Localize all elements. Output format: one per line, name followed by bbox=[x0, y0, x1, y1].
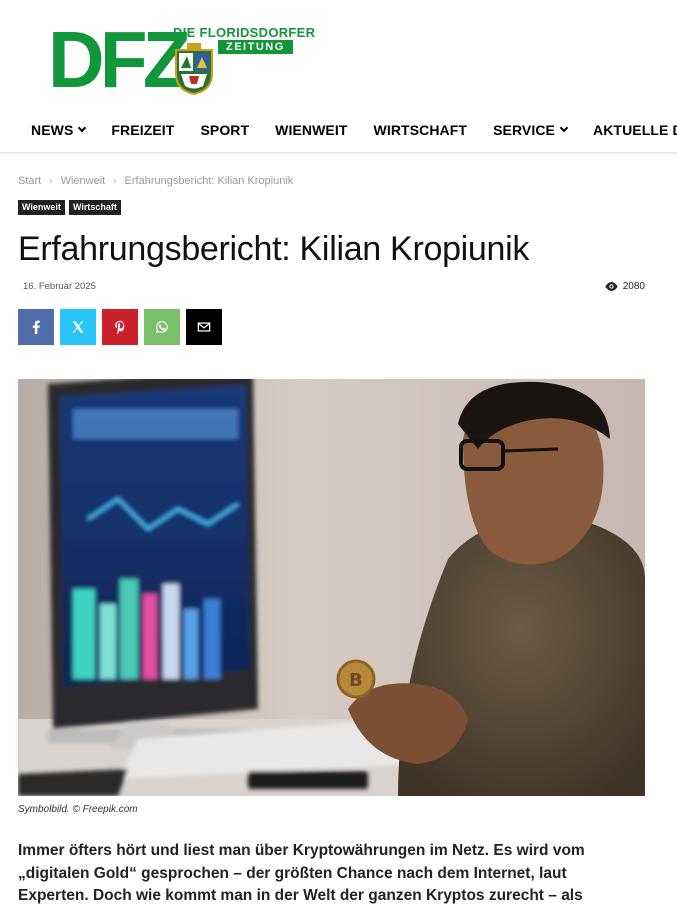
breadcrumb-current: Erfahrungsbericht: Kilian Kropiunik bbox=[124, 175, 294, 187]
nav-service[interactable]: SERVICE bbox=[480, 122, 580, 138]
nav-news[interactable]: NEWS bbox=[0, 122, 98, 138]
nav-wirtschaft-label: WIRTSCHAFT bbox=[373, 122, 468, 138]
category-tag-wirtschaft[interactable]: Wirtschaft bbox=[68, 200, 121, 215]
view-count-value: 2080 bbox=[622, 281, 645, 292]
share-whatsapp-button[interactable] bbox=[144, 309, 180, 345]
article-date: 16. Februar 2025 bbox=[23, 281, 96, 292]
share-facebook-button[interactable] bbox=[18, 309, 54, 345]
category-tag-wienweit[interactable]: Wienweit bbox=[18, 200, 65, 215]
chevron-down-icon bbox=[559, 123, 569, 133]
nav-aktuelle-dfz[interactable]: AKTUELLE DFZ ALS bbox=[580, 122, 677, 138]
logo-tagline-bottom: ZEITUNG bbox=[218, 40, 293, 54]
logo-tagline-top: DIE FLORIDSDORFER bbox=[173, 25, 316, 40]
facebook-icon bbox=[32, 320, 40, 334]
article-intro: Immer öfters hört und liest man über Kry… bbox=[18, 842, 585, 904]
share-x-button[interactable] bbox=[60, 309, 96, 345]
nav-sport[interactable]: SPORT bbox=[187, 122, 262, 138]
breadcrumb-start[interactable]: Start bbox=[18, 175, 41, 187]
chevron-down-icon bbox=[78, 123, 87, 133]
nav-aktuelle-dfz-label: AKTUELLE DFZ ALS bbox=[593, 122, 677, 138]
coat-of-arms-icon bbox=[175, 43, 213, 95]
breadcrumb-wienweit[interactable]: Wienweit bbox=[61, 175, 106, 187]
hero-photo-illustration: B bbox=[18, 379, 645, 796]
image-caption: Symbolbild. © Freepik.com bbox=[18, 804, 138, 815]
nav-freizeit[interactable]: FREIZEIT bbox=[98, 122, 187, 138]
pinterest-icon bbox=[115, 320, 125, 334]
view-count: 2080 bbox=[605, 281, 645, 292]
breadcrumb-separator: › bbox=[113, 175, 117, 187]
breadcrumb-separator: › bbox=[49, 175, 53, 187]
breadcrumb: Start › Wienweit › Erfahrungsbericht: Ki… bbox=[18, 175, 293, 187]
nav-wienweit-label: WIENWEIT bbox=[275, 122, 348, 138]
eye-icon bbox=[605, 282, 618, 291]
logo-wordmark: DFZ bbox=[48, 15, 191, 104]
x-icon bbox=[72, 321, 84, 333]
nav-wienweit[interactable]: WIENWEIT bbox=[262, 122, 360, 138]
mail-icon bbox=[197, 322, 211, 332]
main-nav: NEWS FREIZEIT SPORT WIENWEIT WIRTSCHAFT … bbox=[0, 108, 677, 153]
article-hero-image: B bbox=[18, 379, 645, 796]
share-email-button[interactable] bbox=[186, 309, 222, 345]
share-buttons bbox=[18, 309, 222, 345]
category-tags: Wienweit Wirtschaft bbox=[18, 200, 121, 215]
nav-freizeit-label: FREIZEIT bbox=[111, 122, 175, 138]
share-pinterest-button[interactable] bbox=[102, 309, 138, 345]
svg-text:B: B bbox=[349, 670, 363, 691]
nav-wirtschaft[interactable]: WIRTSCHAFT bbox=[361, 122, 481, 138]
article-title: Erfahrungsbericht: Kilian Kropiunik bbox=[18, 230, 530, 268]
site-logo[interactable]: DFZ DIE FLORIDSDORFER ZEITUNG bbox=[48, 15, 315, 104]
whatsapp-icon bbox=[156, 321, 168, 333]
nav-service-label: SERVICE bbox=[493, 122, 555, 138]
nav-sport-label: SPORT bbox=[200, 122, 250, 138]
nav-news-label: NEWS bbox=[31, 122, 74, 138]
